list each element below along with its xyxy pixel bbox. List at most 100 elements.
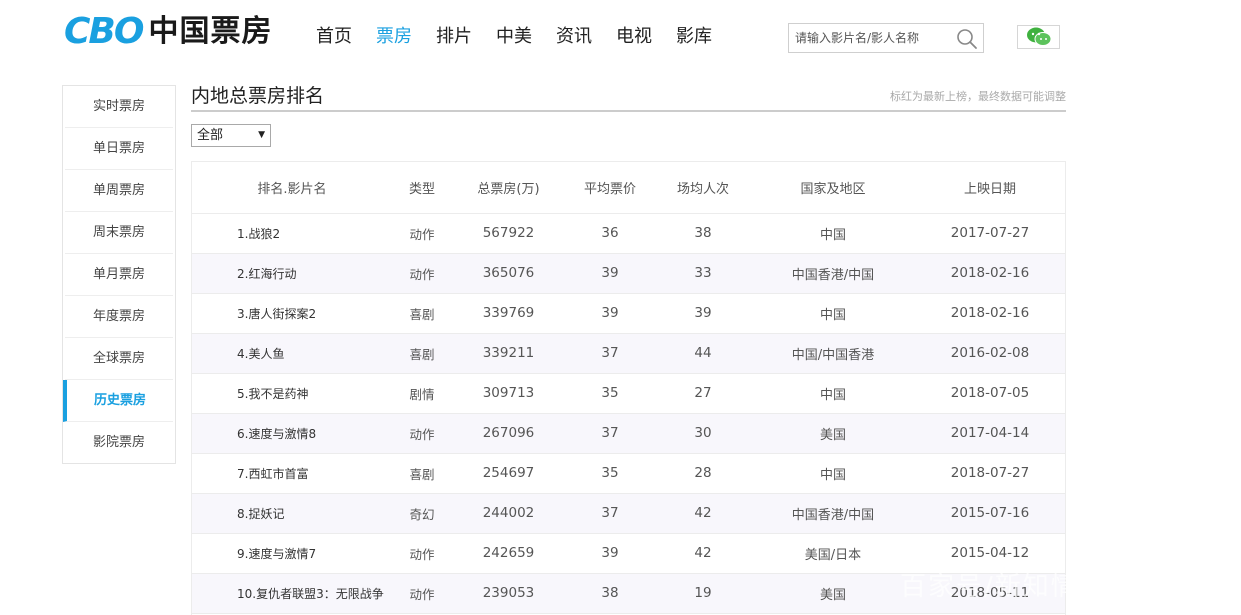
film-title-link[interactable]: 1.战狼2 [192, 213, 392, 254]
region-cell: 美国 [751, 573, 915, 614]
search-box [788, 23, 984, 53]
film-title-link[interactable]: 9.速度与激情7 [192, 533, 392, 574]
total-gross-cell: 239053 [452, 573, 565, 614]
nav-item-china-us[interactable]: 中美 [496, 22, 532, 52]
table-header-row: 排名.影片名 类型 总票房(万) 平均票价 场均人次 国家及地区 上映日期 [192, 162, 1065, 214]
column-header-region: 国家及地区 [751, 162, 915, 214]
table-row[interactable]: 8.捉妖记 奇幻 244002 37 42 中国香港/中国 2015-07-16 [192, 493, 1065, 534]
avg-price-cell: 35 [565, 373, 655, 414]
genre-cell: 奇幻 [392, 493, 452, 534]
total-gross-cell: 267096 [452, 413, 565, 454]
nav-item-boxoffice[interactable]: 票房 [376, 22, 412, 52]
category-select-value: 全部 [197, 128, 224, 143]
sidebar-item-weekend[interactable]: 周末票房 [65, 212, 173, 254]
total-gross-cell: 365076 [452, 253, 565, 294]
nav-item-home[interactable]: 首页 [316, 22, 352, 52]
search-icon[interactable] [955, 27, 979, 51]
region-cell: 中国香港/中国 [751, 253, 915, 294]
total-gross-cell: 567922 [452, 213, 565, 254]
avg-attendance-cell: 38 [655, 213, 751, 254]
cbo-logo[interactable]: CBO 中国票房 [64, 14, 272, 50]
sidebar-item-global[interactable]: 全球票房 [65, 338, 173, 380]
column-header-total-gross: 总票房(万) [452, 162, 565, 214]
avg-attendance-cell: 28 [655, 453, 751, 494]
wechat-icon [1026, 27, 1051, 46]
sidebar-item-yearly[interactable]: 年度票房 [65, 296, 173, 338]
avg-price-cell: 35 [565, 453, 655, 494]
dropdown-arrow-icon: ▼ [258, 130, 265, 140]
sidebar-item-monthly[interactable]: 单月票房 [65, 254, 173, 296]
ranking-table: 排名.影片名 类型 总票房(万) 平均票价 场均人次 国家及地区 上映日期 1.… [191, 161, 1066, 615]
film-title-link[interactable]: 7.西虹市首富 [192, 453, 392, 494]
film-title-link[interactable]: 4.美人鱼 [192, 333, 392, 374]
total-gross-cell: 254697 [452, 453, 565, 494]
region-cell: 中国/中国香港 [751, 333, 915, 374]
genre-cell: 剧情 [392, 373, 452, 414]
region-cell: 中国 [751, 293, 915, 334]
nav-item-schedule[interactable]: 排片 [436, 22, 472, 52]
nav-item-news[interactable]: 资讯 [556, 22, 592, 52]
sidebar-item-weekly[interactable]: 单周票房 [65, 170, 173, 212]
avg-attendance-cell: 30 [655, 413, 751, 454]
region-cell: 中国 [751, 453, 915, 494]
sidebar-item-history[interactable]: 历史票房 [63, 380, 173, 422]
film-title-link[interactable]: 8.捉妖记 [192, 493, 392, 534]
avg-price-cell: 39 [565, 253, 655, 294]
search-input[interactable] [789, 24, 949, 52]
region-cell: 中国 [751, 373, 915, 414]
column-header-rank-title: 排名.影片名 [192, 162, 392, 214]
total-gross-cell: 339769 [452, 293, 565, 334]
table-row[interactable]: 4.美人鱼 喜剧 339211 37 44 中国/中国香港 2016-02-08 [192, 333, 1065, 374]
total-gross-cell: 309713 [452, 373, 565, 414]
logo-name: 中国票房 [148, 14, 273, 49]
column-header-avg-price: 平均票价 [565, 162, 655, 214]
table-row[interactable]: 6.速度与激情8 动作 267096 37 30 美国 2017-04-14 [192, 413, 1065, 454]
genre-cell: 喜剧 [392, 293, 452, 334]
release-date-cell: 2018-07-27 [915, 453, 1065, 494]
nav-item-tv[interactable]: 电视 [616, 22, 652, 52]
title-divider [191, 110, 1066, 112]
release-date-cell: 2017-04-14 [915, 413, 1065, 454]
ranking-note: 标红为最新上榜，最终数据可能调整 [890, 90, 1066, 103]
release-date-cell: 2015-07-16 [915, 493, 1065, 534]
total-gross-cell: 244002 [452, 493, 565, 534]
sidebar-menu: 实时票房 单日票房 单周票房 周末票房 单月票房 年度票房 全球票房 历史票房 … [62, 85, 176, 464]
region-cell: 中国香港/中国 [751, 493, 915, 534]
avg-attendance-cell: 42 [655, 533, 751, 574]
total-gross-cell: 339211 [452, 333, 565, 374]
film-title-link[interactable]: 3.唐人街探案2 [192, 293, 392, 334]
release-date-cell: 2016-02-08 [915, 333, 1065, 374]
avg-attendance-cell: 44 [655, 333, 751, 374]
film-title-link[interactable]: 10.复仇者联盟3：无限战争 [192, 573, 392, 614]
release-date-cell: 2017-07-27 [915, 213, 1065, 254]
nav-item-film-library[interactable]: 影库 [676, 22, 712, 52]
sidebar-item-daily[interactable]: 单日票房 [65, 128, 173, 170]
genre-cell: 动作 [392, 573, 452, 614]
table-row[interactable]: 2.红海行动 动作 365076 39 33 中国香港/中国 2018-02-1… [192, 253, 1065, 294]
release-date-cell: 2018-02-16 [915, 293, 1065, 334]
genre-cell: 动作 [392, 533, 452, 574]
avg-attendance-cell: 39 [655, 293, 751, 334]
genre-cell: 喜剧 [392, 453, 452, 494]
sidebar-item-cinema[interactable]: 影院票房 [65, 422, 173, 464]
table-row[interactable]: 3.唐人街探案2 喜剧 339769 39 39 中国 2018-02-16 [192, 293, 1065, 334]
genre-cell: 喜剧 [392, 333, 452, 374]
avg-attendance-cell: 19 [655, 573, 751, 614]
film-title-link[interactable]: 6.速度与激情8 [192, 413, 392, 454]
category-select[interactable]: 全部 ▼ [191, 124, 271, 147]
region-cell: 美国/日本 [751, 533, 915, 574]
region-cell: 美国 [751, 413, 915, 454]
header: CBO 中国票房 首页 票房 排片 中美 资讯 电视 影库 [0, 0, 1241, 70]
watermark-text: 百家号/新知情报 [900, 572, 1107, 602]
wechat-button[interactable] [1017, 25, 1060, 49]
release-date-cell: 2018-07-05 [915, 373, 1065, 414]
table-row[interactable]: 7.西虹市首富 喜剧 254697 35 28 中国 2018-07-27 [192, 453, 1065, 494]
sidebar-item-realtime[interactable]: 实时票房 [65, 86, 173, 128]
film-title-link[interactable]: 2.红海行动 [192, 253, 392, 294]
avg-price-cell: 39 [565, 533, 655, 574]
avg-price-cell: 39 [565, 293, 655, 334]
table-row[interactable]: 1.战狼2 动作 567922 36 38 中国 2017-07-27 [192, 213, 1065, 254]
film-title-link[interactable]: 5.我不是药神 [192, 373, 392, 414]
release-date-cell: 2018-02-16 [915, 253, 1065, 294]
table-row[interactable]: 5.我不是药神 剧情 309713 35 27 中国 2018-07-05 [192, 373, 1065, 414]
